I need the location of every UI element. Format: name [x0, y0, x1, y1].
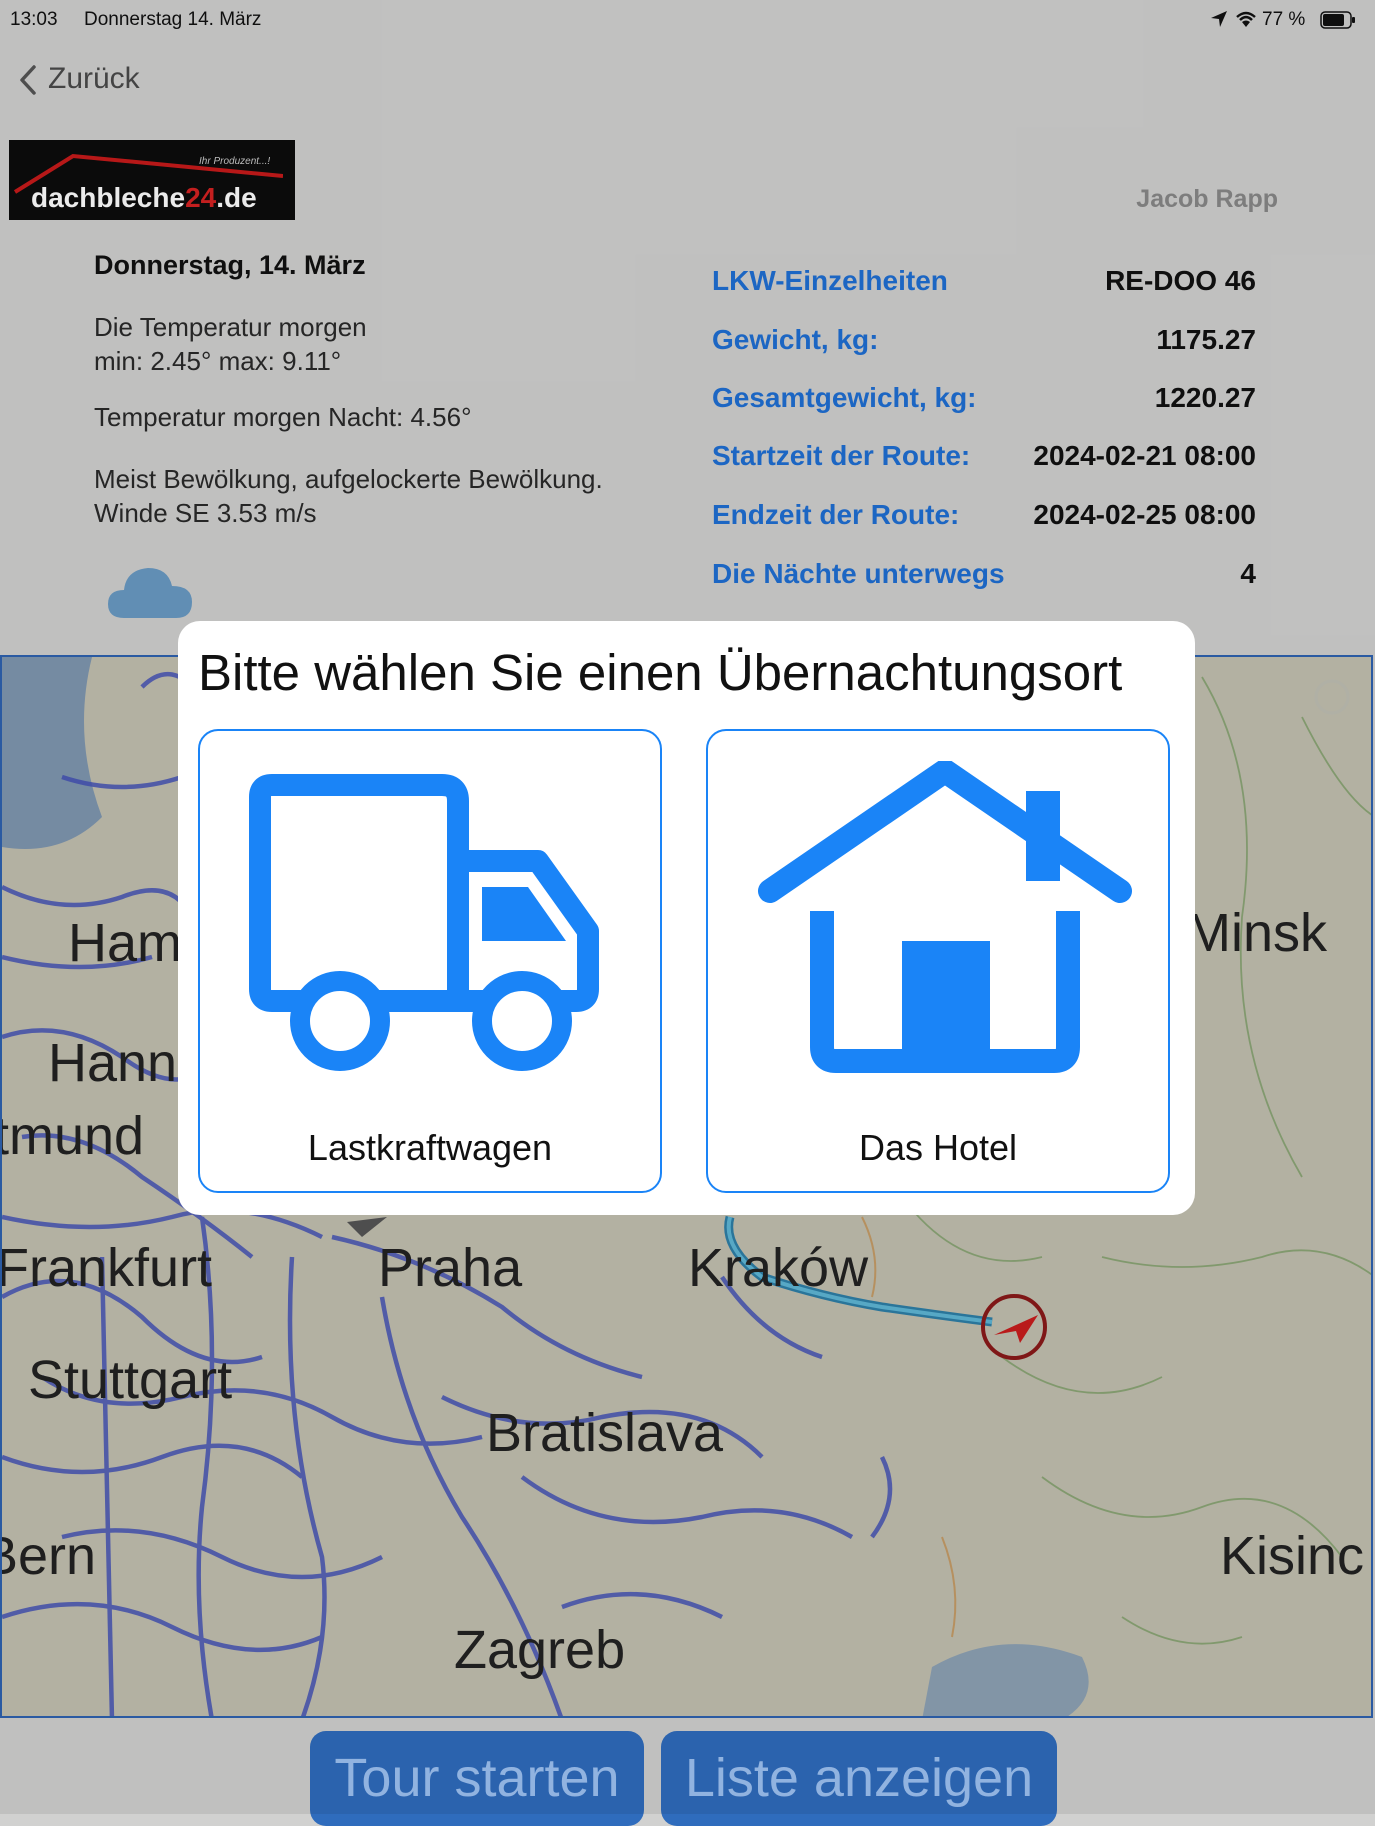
logo-text-num: 24 [185, 182, 217, 213]
dialog-title: Bitte wählen Sie einen Übernachtungsort [198, 644, 1123, 701]
detail-value: RE-DOO 46 [1105, 265, 1256, 296]
detail-row: Die Nächte unterwegs 4 [712, 553, 1256, 593]
weather-desc-line1: Meist Bewölkung, aufgelockerte Bewölkung… [94, 464, 603, 494]
weather-temp-line1: Die Temperatur morgen [94, 312, 367, 342]
logo-tagline: Ihr Produzent...! [199, 156, 271, 167]
detail-row: Endzeit der Route: 2024-02-25 08:00 [712, 494, 1256, 534]
detail-row: Gewicht, kg: 1175.27 [712, 319, 1256, 359]
detail-row: Gesamtgewicht, kg: 1220.27 [712, 377, 1256, 417]
status-time: 13:03 [10, 9, 58, 30]
weather-desc-line2: Winde SE 3.53 m/s [94, 498, 317, 528]
logo-text-tld: .de [216, 182, 257, 213]
map-city-label: Stuttgart [28, 1350, 233, 1410]
hotel-option-button[interactable]: Das Hotel [706, 729, 1170, 1193]
status-indicators: 77 % [1210, 8, 1360, 32]
map-city-label: Bern [2, 1526, 97, 1586]
back-label: Zurück [48, 62, 140, 95]
detail-label: Endzeit der Route: [712, 499, 960, 530]
logo-wordmark: dachbleche24.de [31, 182, 257, 214]
detail-label: Startzeit der Route: [712, 440, 971, 471]
weather-night: Temperatur morgen Nacht: 4.56° [94, 402, 472, 432]
map-city-label: Ham [68, 913, 183, 973]
status-date: Donnerstag 14. März [84, 9, 262, 30]
detail-row: LKW-Einzelheiten RE-DOO 46 [712, 260, 1256, 300]
company-logo: Ihr Produzent...! dachbleche24.de [9, 140, 295, 220]
detail-label: Die Nächte unterwegs [712, 558, 1005, 589]
map-city-label: Kisinc [1220, 1526, 1365, 1586]
detail-value: 2024-02-21 08:00 [1033, 440, 1256, 471]
user-name: Jacob Rapp [1136, 185, 1278, 213]
detail-value: 1220.27 [1154, 382, 1256, 413]
map-city-label: tmund [0, 1106, 145, 1166]
detail-value: 4 [1240, 558, 1256, 589]
detail-value: 1175.27 [1156, 324, 1256, 355]
truck-option-button[interactable]: Lastkraftwagen [198, 729, 662, 1193]
chevron-left-icon [20, 65, 36, 95]
weather-temp-line2: min: 2.45° max: 9.11° [94, 346, 342, 376]
hotel-option-label: Das Hotel [858, 1127, 1018, 1168]
overnight-location-dialog: Bitte wählen Sie einen Übernachtungsort … [178, 621, 1195, 1215]
map-city-label: Praha [378, 1238, 523, 1298]
logo-text-main: dachbleche [31, 182, 186, 213]
map-city-label: Hann [48, 1033, 178, 1093]
detail-row: Startzeit der Route: 2024-02-21 08:00 [712, 435, 1256, 475]
truck-option-label: Lastkraftwagen [307, 1127, 553, 1168]
show-list-button[interactable]: Liste anzeigen [661, 1731, 1057, 1826]
map-city-label: Kraków [688, 1238, 869, 1298]
weather-desc: Meist Bewölkung, aufgelockerte Bewölkung… [94, 462, 603, 530]
battery-icon [1320, 11, 1355, 29]
battery-percent: 77 % [1262, 9, 1306, 30]
weather-date: Donnerstag, 14. März [94, 250, 366, 280]
location-arrow-icon [1211, 11, 1227, 27]
wifi-icon [1236, 11, 1256, 27]
map-city-label: Minsk [1186, 903, 1328, 963]
detail-label: Gewicht, kg: [712, 324, 879, 355]
cloud-icon [108, 568, 192, 618]
weather-temp: Die Temperatur morgen min: 2.45° max: 9.… [94, 310, 367, 378]
house-icon [758, 761, 1132, 1073]
map-city-label: Frankfurt [0, 1238, 213, 1298]
map-city-label: Bratislava [486, 1403, 724, 1463]
detail-value: 2024-02-25 08:00 [1033, 499, 1256, 530]
truck-icon [249, 774, 599, 1071]
start-tour-button[interactable]: Tour starten [310, 1731, 644, 1826]
detail-label: LKW-Einzelheiten [712, 265, 948, 296]
map-city-label: Zagreb [454, 1620, 626, 1680]
detail-label: Gesamtgewicht, kg: [712, 382, 977, 413]
